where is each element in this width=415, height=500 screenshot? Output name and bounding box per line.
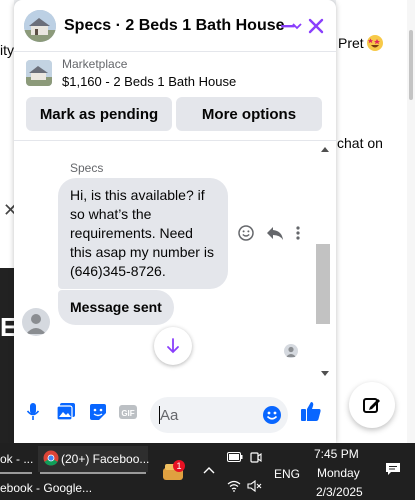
- taskbar-app-label[interactable]: ok - ...: [0, 452, 33, 466]
- notifications-icon[interactable]: [385, 462, 401, 476]
- compose-icon: [363, 398, 380, 413]
- taskbar-app-label[interactable]: ebook - Google...: [0, 481, 92, 495]
- taskbar-app-indicator: [40, 472, 146, 474]
- new-message-button[interactable]: [349, 382, 395, 428]
- marketplace-listing[interactable]: Marketplace $1,160 - 2 Beds 1 Bath House: [14, 52, 336, 94]
- background-post-label: Pret: [338, 35, 364, 51]
- arrow-down-icon: [167, 338, 179, 354]
- more-options-button[interactable]: More options: [176, 97, 322, 131]
- speaker-muted-icon[interactable]: [247, 480, 263, 492]
- wifi-icon[interactable]: [227, 480, 241, 492]
- message-input[interactable]: [160, 397, 260, 433]
- photo-icon[interactable]: [56, 402, 76, 422]
- star-eyes-emoji-icon: [366, 35, 383, 51]
- house-photo-icon: [24, 9, 56, 42]
- svg-text:GIF: GIF: [121, 409, 134, 418]
- sender-name: Specs: [70, 161, 104, 175]
- microphone-icon[interactable]: [26, 402, 40, 422]
- background-video-strip: [0, 268, 14, 443]
- react-smiley-icon[interactable]: [238, 225, 254, 241]
- notification-badge: 1: [173, 460, 185, 472]
- minimize-icon[interactable]: [280, 18, 296, 34]
- emoji-icon[interactable]: [262, 405, 282, 425]
- background-text-fragment: ity: [0, 42, 14, 58]
- battery-icon[interactable]: [227, 452, 243, 462]
- default-user-icon: [286, 346, 296, 357]
- thumbs-up-icon[interactable]: [300, 400, 322, 422]
- listing-thumbnail: [26, 60, 52, 86]
- taskbar-app-indicator: [0, 472, 32, 474]
- sticker-icon[interactable]: [88, 402, 108, 422]
- clock-time[interactable]: 7:45 PM: [314, 447, 359, 461]
- chrome-icon[interactable]: [43, 450, 59, 466]
- message-input-box[interactable]: [150, 397, 288, 433]
- chat-window: Specs · 2 Beds 1 Bath House Marketplace …: [14, 0, 336, 443]
- chevron-up-icon[interactable]: [203, 466, 215, 474]
- default-user-icon: [26, 314, 46, 334]
- clock-date[interactable]: 2/3/2025: [316, 485, 363, 499]
- chat-title[interactable]: Specs · 2 Beds 1 Bath House: [64, 17, 285, 35]
- close-icon[interactable]: [308, 18, 324, 34]
- taskbar-app-label[interactable]: (20+) Faceboo...: [61, 452, 149, 466]
- clock-day[interactable]: Monday: [317, 466, 360, 480]
- chat-scrollbar-thumb[interactable]: [316, 244, 330, 324]
- reply-icon[interactable]: [266, 225, 284, 241]
- message-actions: [238, 225, 300, 241]
- background-chat-text: chat on: [337, 135, 383, 151]
- meet-now-icon[interactable]: [250, 450, 262, 464]
- message-bubble[interactable]: Message sent: [58, 290, 174, 325]
- language-indicator[interactable]: ENG: [274, 467, 300, 481]
- gif-icon[interactable]: GIF: [118, 402, 138, 422]
- page-scrollbar-thumb[interactable]: [409, 30, 413, 100]
- chat-header[interactable]: Specs · 2 Beds 1 Bath House: [14, 0, 336, 52]
- jump-to-latest-button[interactable]: [154, 327, 192, 365]
- marketplace-label: Marketplace: [62, 57, 128, 71]
- mark-as-pending-button[interactable]: Mark as pending: [26, 97, 172, 131]
- listing-title[interactable]: $1,160 - 2 Beds 1 Bath House: [62, 74, 236, 89]
- more-vertical-icon[interactable]: [296, 225, 300, 241]
- house-avatar[interactable]: [24, 9, 56, 42]
- background-post-text: Pret: [338, 34, 384, 52]
- scroll-down-arrow-icon[interactable]: [320, 370, 330, 378]
- background-right-panel: Pret chat on: [336, 0, 415, 443]
- scroll-up-arrow-icon[interactable]: [320, 145, 330, 153]
- house-photo-icon: [26, 60, 52, 86]
- read-receipt-avatar: [284, 344, 298, 358]
- sender-avatar[interactable]: [22, 308, 50, 336]
- header-divider: [14, 140, 336, 141]
- message-bubble[interactable]: Hi, is this available? if so what’s the …: [58, 178, 228, 289]
- listing-actions: Mark as pending More options: [26, 97, 322, 131]
